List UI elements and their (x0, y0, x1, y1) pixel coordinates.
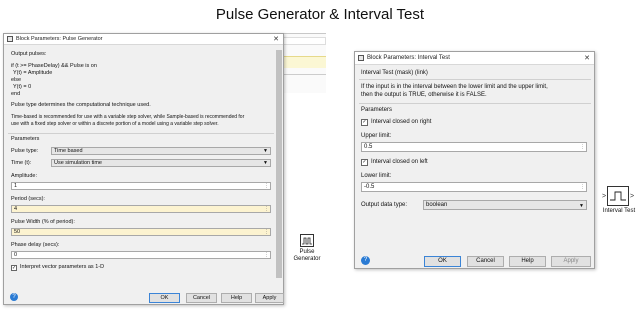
apply-button[interactable]: Apply (551, 256, 591, 267)
amplitude-value: 1 (14, 183, 18, 189)
interpret-checkbox[interactable]: ✓ (11, 265, 17, 271)
chevron-down-icon: ▼ (263, 148, 268, 154)
desc-line-5: end (11, 91, 21, 97)
lower-limit-value: -0.5 (364, 184, 375, 190)
interval-dialog-title: Block Parameters: Interval Test (367, 55, 450, 61)
help-icon[interactable]: ? (361, 256, 370, 265)
interval-dialog-titlebar[interactable]: Block Parameters: Interval Test ✕ (355, 52, 594, 65)
pulse-type-select[interactable]: Time based ▼ (51, 147, 271, 155)
block-icon (358, 55, 364, 61)
pulse-generator-block[interactable] (300, 234, 314, 247)
more-icon[interactable]: ⋮ (264, 229, 269, 235)
period-input[interactable]: 4 ⋮ (11, 205, 271, 213)
pulse-type-label: Pulse type: (11, 148, 39, 154)
ok-button[interactable]: OK (149, 293, 180, 303)
desc-para-1: Pulse type determines the computational … (11, 102, 151, 108)
pulse-dialog-title: Block Parameters: Pulse Generator (16, 36, 103, 42)
parameters-heading: Parameters (361, 107, 393, 113)
closed-right-checkbox[interactable]: ✓ (361, 119, 368, 126)
interval-output-port: > (630, 193, 635, 200)
more-icon[interactable]: ⋮ (580, 183, 585, 191)
desc-heading: Output pulses: (11, 51, 47, 57)
desc-line-4: Y(t) = 0 (13, 84, 32, 90)
interval-desc-2: then the output is TRUE, otherwise it is… (361, 92, 487, 98)
closed-left-checkbox[interactable]: ✓ (361, 159, 368, 166)
desc-para-2b: use with a fixed step solver or within a… (11, 121, 219, 127)
upper-limit-value: 0.5 (364, 144, 373, 150)
more-icon[interactable]: ⋮ (264, 183, 269, 189)
amplitude-input[interactable]: 1 ⋮ (11, 182, 271, 190)
lower-limit-label: Lower limit: (361, 173, 392, 179)
upper-limit-input[interactable]: 0.5 ⋮ (361, 142, 587, 152)
time-value: Use simulation time (54, 160, 102, 166)
pulse-generator-dialog: Block Parameters: Pulse Generator ✕ Outp… (3, 33, 284, 305)
desc-para-2a: Time-based is recommended for use with a… (11, 114, 245, 120)
period-value: 4 (14, 206, 18, 212)
pulse-width-label: Pulse Width (% of period): (11, 219, 75, 225)
page-title: Pulse Generator & Interval Test (215, 6, 425, 23)
help-icon[interactable]: ? (10, 293, 18, 301)
close-icon[interactable]: ✕ (273, 35, 279, 43)
subtitle-divider (359, 79, 591, 80)
interval-input-port: > (602, 193, 607, 200)
help-button[interactable]: Help (509, 256, 546, 267)
closed-right-label: Interval closed on right (371, 119, 432, 125)
apply-button[interactable]: Apply (255, 293, 284, 303)
output-type-value: boolean (426, 202, 448, 208)
phase-delay-label: Phase delay (secs): (11, 242, 60, 248)
pulse-width-value: 50 (14, 229, 21, 235)
close-icon[interactable]: ✕ (584, 54, 590, 62)
pulse-type-value: Time based (54, 148, 83, 154)
pulse-dialog-scrollbar[interactable] (275, 46, 283, 288)
upper-limit-label: Upper limit: (361, 133, 392, 139)
time-select[interactable]: Use simulation time ▼ (51, 159, 271, 167)
scrollbar-thumb[interactable] (276, 50, 282, 278)
more-icon[interactable]: ⋮ (580, 143, 585, 151)
period-label: Period (secs): (11, 196, 45, 202)
chevron-down-icon: ▼ (579, 203, 584, 209)
pulse-width-input[interactable]: 50 ⋮ (11, 228, 271, 236)
interval-test-block[interactable] (607, 186, 629, 206)
ok-button[interactable]: OK (424, 256, 461, 267)
interpret-label: Interpret vector parameters as 1-D (20, 264, 105, 270)
output-type-select[interactable]: boolean ▼ (423, 200, 587, 210)
parameters-divider (8, 133, 274, 134)
desc-line-2: Y(t) = Amplitude (13, 70, 53, 76)
interval-subtitle: Interval Test (mask) (link) (361, 70, 428, 76)
help-button[interactable]: Help (221, 293, 252, 303)
pulse-dialog-titlebar[interactable]: Block Parameters: Pulse Generator ✕ (4, 34, 283, 45)
desc-line-3: else (11, 77, 22, 83)
interval-block-label: Interval Test (602, 208, 636, 214)
parameters-heading: Parameters (11, 136, 40, 142)
interval-test-dialog: Block Parameters: Interval Test ✕ Interv… (354, 51, 595, 269)
cancel-button[interactable]: Cancel (467, 256, 504, 267)
phase-delay-value: 0 (14, 252, 18, 258)
block-icon (7, 36, 13, 42)
phase-delay-input[interactable]: 0 ⋮ (11, 251, 271, 259)
pulse-block-label-2: Generator (293, 256, 321, 262)
desc-line-1: if (t >= PhaseDelay) && Pulse is on (11, 63, 97, 69)
time-label: Time (t): (11, 160, 32, 166)
amplitude-label: Amplitude: (11, 173, 37, 179)
output-type-label: Output data type: (361, 202, 408, 208)
interval-desc-1: If the input is in the interval between … (361, 84, 548, 90)
cancel-button[interactable]: Cancel (186, 293, 217, 303)
chevron-down-icon: ▼ (263, 160, 268, 166)
lower-limit-input[interactable]: -0.5 ⋮ (361, 182, 587, 192)
pulse-block-label-1: Pulse (299, 249, 315, 255)
parameters-divider (359, 103, 591, 104)
closed-left-label: Interval closed on left (371, 159, 428, 165)
interval-icon (610, 191, 626, 201)
more-icon[interactable]: ⋮ (264, 252, 269, 258)
pulse-wave-icon (302, 237, 312, 244)
more-icon[interactable]: ⋮ (264, 206, 269, 212)
